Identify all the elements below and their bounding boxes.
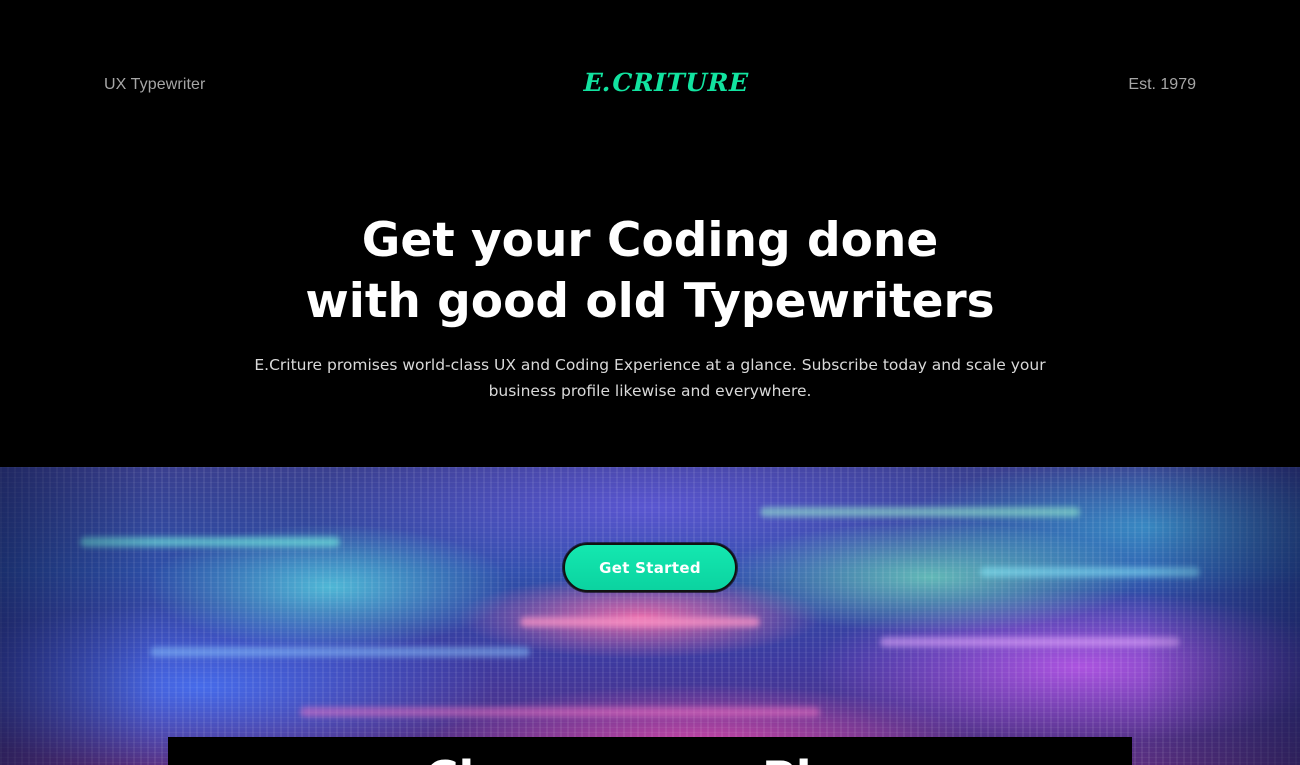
- pricing-panel: Choose your Plan: [168, 737, 1132, 765]
- top-navigation: UX Typewriter E.CRITURE Est. 1979: [0, 0, 1300, 170]
- established-text: Est. 1979: [1128, 76, 1196, 93]
- light-streak: [880, 637, 1180, 647]
- tagline-text: UX Typewriter: [104, 76, 206, 93]
- light-streak: [520, 617, 760, 627]
- light-streak: [150, 647, 530, 657]
- hero-title: Get your Coding done with good old Typew…: [0, 210, 1300, 332]
- hero-title-line-1: Get your Coding done: [361, 213, 939, 268]
- hero-image-banner: [0, 467, 1300, 765]
- light-streak: [760, 507, 1080, 517]
- light-streak: [980, 567, 1200, 577]
- pricing-heading: Choose your Plan: [168, 753, 1132, 765]
- light-streak: [300, 707, 820, 717]
- brand-logo[interactable]: E.CRITURE: [580, 68, 751, 97]
- get-started-button[interactable]: Get Started: [563, 543, 737, 592]
- hero-subtitle: E.Criture promises world-class UX and Co…: [254, 356, 1046, 400]
- hero-title-line-2: with good old Typewriters: [305, 274, 995, 329]
- light-streak: [80, 537, 340, 547]
